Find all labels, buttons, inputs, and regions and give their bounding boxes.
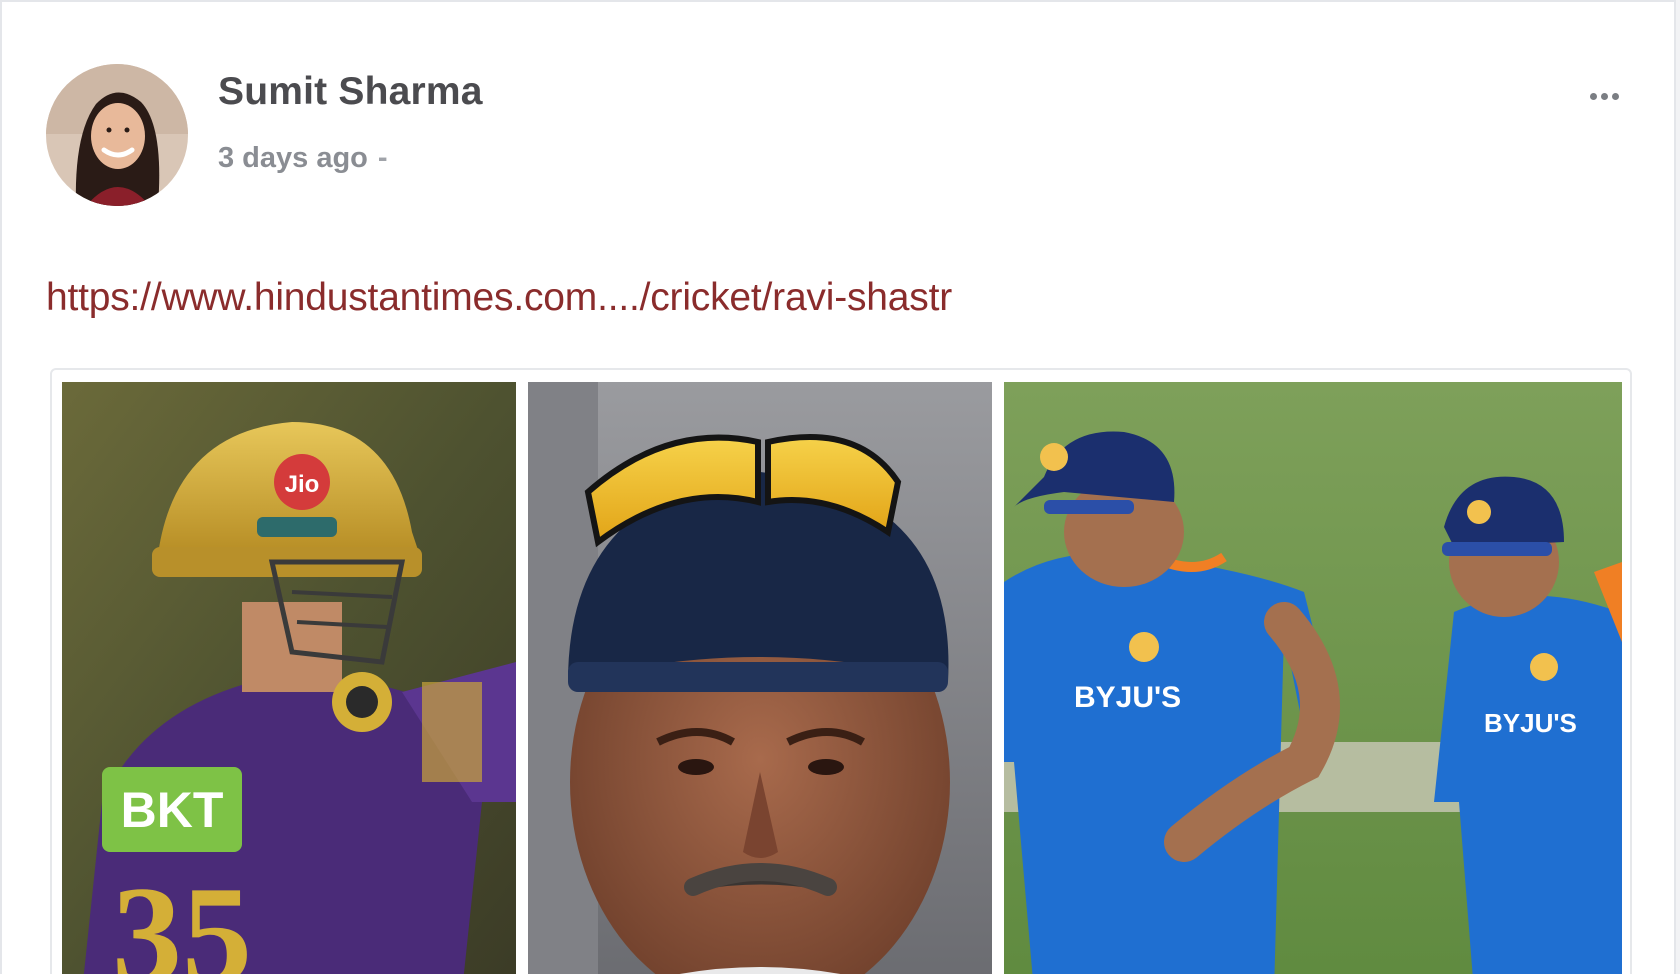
shirt-sponsor-text-1: BYJU'S	[1074, 681, 1181, 714]
training-photo: BYJU'S BYJU'S	[1004, 382, 1622, 974]
gallery-photo-2[interactable]	[528, 382, 992, 974]
more-options-button[interactable]	[1578, 76, 1630, 116]
link-preview-gallery: Jio BKT 35 BYJU'S BYJU'S	[50, 368, 1632, 974]
avatar-image	[46, 64, 188, 206]
shared-link[interactable]: https://www.hindustantimes.com..../crick…	[46, 276, 952, 320]
cricketer-photo: Jio BKT 35	[62, 382, 516, 974]
gallery-photo-3[interactable]: BYJU'S BYJU'S	[1004, 382, 1622, 974]
post-meta: 3 days ago -	[218, 142, 388, 175]
post-timestamp[interactable]: 3 days ago	[218, 142, 368, 175]
helmet-logo-text: Jio	[285, 471, 320, 498]
portrait-photo	[528, 382, 992, 974]
shirt-sponsor-text-2: BYJU'S	[1484, 708, 1577, 738]
gallery-photo-1[interactable]: Jio BKT 35	[62, 382, 516, 974]
jersey-number-text: 35	[112, 858, 252, 974]
ellipsis-dot	[1611, 92, 1619, 100]
meta-separator: -	[377, 142, 388, 174]
post-card: Sumit Sharma 3 days ago - https://www.hi…	[0, 0, 1676, 974]
author-avatar[interactable]	[46, 64, 188, 206]
jersey-sponsor-text: BKT	[121, 782, 224, 838]
ellipsis-dot	[1600, 92, 1608, 100]
author-name[interactable]: Sumit Sharma	[218, 70, 483, 114]
ellipsis-horizontal-icon	[1589, 92, 1597, 100]
